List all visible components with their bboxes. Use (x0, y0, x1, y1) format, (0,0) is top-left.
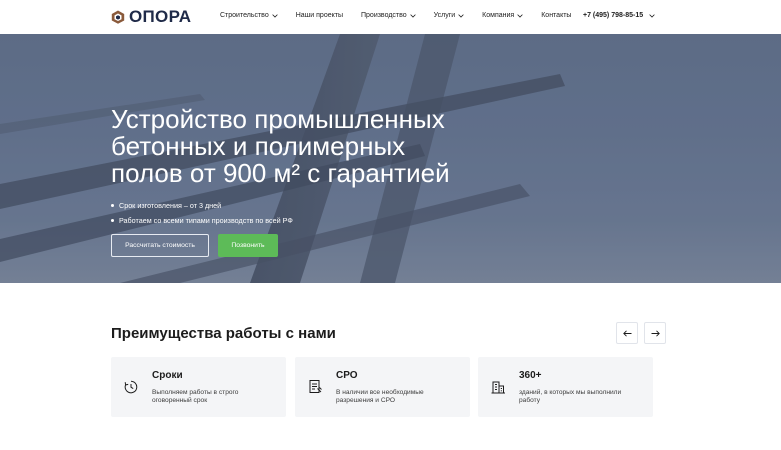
logo-text: ОПОРА (129, 7, 192, 26)
card-title: СРО (336, 370, 358, 381)
carousel-next-button[interactable] (644, 322, 666, 344)
logo-cube-icon (111, 10, 125, 24)
logo[interactable]: ОПОРА (111, 8, 191, 26)
nav-item-label: Контакты (541, 12, 572, 19)
nav-item-label: Наши проекты (295, 12, 343, 19)
chevron-down-icon (458, 13, 464, 18)
hero-banner: Устройство промышленных бетонных и полим… (0, 34, 781, 283)
card-description-line: В наличии все необходимые (336, 389, 424, 396)
nav-item-company[interactable]: Компания (482, 12, 523, 19)
card-description: зданий, в которых мы выполнили работу (519, 389, 644, 405)
document-icon (309, 380, 322, 393)
calculate-cost-button[interactable]: Рассчитать стоимость (111, 234, 209, 257)
advantage-card-sro: СРО В наличии все необходимые разрешения… (295, 357, 470, 417)
nav-item-label: Компания (482, 12, 515, 19)
card-description: В наличии все необходимые разрешения и С… (336, 389, 461, 405)
card-description-line: оговоренный срок (152, 397, 208, 404)
chevron-down-icon (272, 13, 278, 18)
phone-dropdown[interactable]: +7 (495) 798-85-15 (583, 12, 655, 19)
arrow-left-icon (622, 329, 631, 337)
card-description-line: разрешения и СРО (336, 397, 395, 404)
advantage-card-terms: Сроки Выполняем работы в строго оговорен… (111, 357, 286, 417)
chevron-down-icon (517, 13, 523, 18)
card-title: Сроки (152, 370, 183, 381)
site-header: ОПОРА Строительство Наши проекты Произво… (0, 0, 781, 34)
chevron-down-icon (409, 13, 416, 18)
card-description-line: зданий, в которых мы выполнили (519, 389, 622, 396)
arrow-right-icon (651, 329, 660, 337)
card-title: 360+ (519, 370, 542, 381)
nav-item-services[interactable]: Услуги (434, 12, 465, 19)
nav-item-production[interactable]: Производство (361, 12, 416, 19)
advantage-card-buildings: 360+ зданий, в которых мы выполнили рабо… (478, 357, 653, 417)
carousel-prev-button[interactable] (616, 322, 638, 344)
hero-title: Устройство промышленных бетонных и полим… (111, 106, 531, 187)
nav-item-contacts[interactable]: Контакты (541, 12, 571, 19)
advantages-title: Преимущества работы с нами (111, 325, 336, 342)
card-description: Выполняем работы в строго оговоренный ср… (152, 389, 277, 405)
hero-title-line: бетонных и полимерных (111, 131, 406, 161)
hero-bullet: Работаем со всеми типами производств по … (111, 213, 293, 228)
card-description-line: Выполняем работы в строго (152, 389, 239, 396)
hero-bullet: Срок изготовления – от 3 дней (111, 198, 293, 213)
hero-title-line: полов от 900 м² с гарантией (111, 158, 450, 188)
chevron-down-icon (649, 13, 655, 18)
call-button[interactable]: Позвонить (218, 234, 278, 257)
nav-item-label: Производство (361, 12, 407, 19)
nav-item-construction[interactable]: Строительство (220, 12, 278, 19)
nav-item-projects[interactable]: Наши проекты (296, 12, 343, 19)
clock-icon (124, 380, 138, 394)
building-icon (491, 381, 505, 394)
phone-number: +7 (495) 798-85-15 (583, 12, 644, 19)
main-nav: Строительство Наши проекты Производство … (220, 12, 589, 19)
nav-item-label: Услуги (433, 12, 456, 19)
hero-bullet-list: Срок изготовления – от 3 дней Работаем с… (111, 198, 293, 228)
nav-item-label: Строительство (220, 12, 269, 19)
card-description-line: работу (519, 397, 541, 404)
hero-title-line: Устройство промышленных (111, 104, 445, 134)
